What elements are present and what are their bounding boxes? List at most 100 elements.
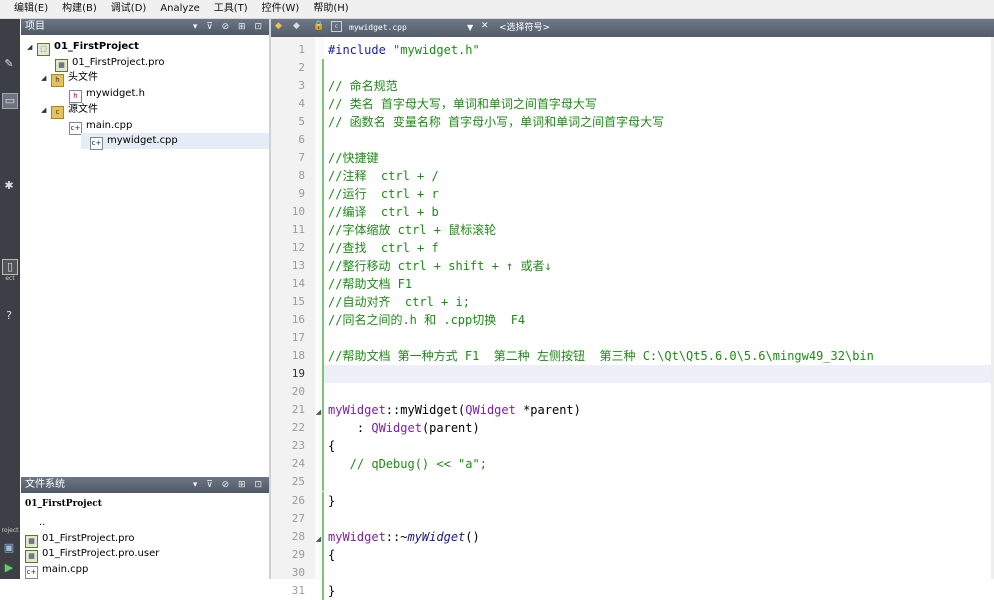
code-line[interactable]: }	[328, 492, 335, 510]
kit-selector-label: roject	[1, 527, 19, 534]
line-number: 13	[291, 259, 305, 273]
code-line[interactable]: //编译 ctrl + b	[328, 203, 439, 221]
code-line[interactable]: //字体缩放 ctrl + 鼠标滚轮	[328, 221, 496, 239]
project-tree-item[interactable]: ◢ h 头文件	[41, 70, 98, 88]
mode-help-icon[interactable]: ?	[2, 309, 16, 323]
code-line[interactable]: : QWidget(parent)	[328, 419, 480, 437]
project-tree: ◢ ⬚ 01_FirstProject ▦ 01_FirstProject.pro ◢ h 头…	[21, 35, 269, 475]
expand-arrow-icon[interactable]: ◢	[41, 102, 51, 118]
code-token: //字体缩放 ctrl + 鼠标滚轮	[328, 223, 497, 238]
project-tree-item[interactable]: h mywidget.h	[69, 86, 145, 104]
code-line[interactable]: // 函数名 变量名称 首字母小写，单词和单词之间首字母大写	[328, 113, 664, 131]
changed-line-marker	[322, 419, 324, 438]
expand-arrow-icon[interactable]: ◢	[41, 70, 51, 86]
menu-item[interactable]: 工具(T)	[207, 0, 255, 18]
code-line[interactable]: {	[328, 437, 335, 455]
code-line[interactable]: //帮助文档 第一种方式 F1 第二种 左侧按钮 第三种 C:\Qt\Qt5.6…	[328, 347, 874, 365]
code-token: //查找 ctrl + f	[328, 241, 439, 256]
mode-projects-icon[interactable]: ▯	[2, 259, 18, 275]
changed-line-marker	[322, 59, 324, 78]
menu-item[interactable]: 帮助(H)	[306, 0, 355, 18]
code-line[interactable]: }	[328, 582, 335, 600]
code-token: // 类名 首字母大写，单词和单词之间首字母大写	[328, 97, 597, 112]
fs-item[interactable]: ..	[39, 515, 45, 531]
menu-item[interactable]: 调试(D)	[104, 0, 154, 18]
code-line[interactable]: myWidget::~myWidget()	[328, 528, 480, 546]
run-icon[interactable]: ▶	[2, 561, 16, 575]
code-line[interactable]: //同名之间的.h 和 .cpp切换 F4	[328, 311, 525, 329]
changed-line-marker	[322, 131, 324, 150]
menu-item[interactable]: 编辑(E)	[0, 0, 55, 18]
cpp-file-icon: c	[331, 21, 342, 32]
line-number: 3	[298, 79, 305, 93]
fs-path[interactable]: 01_FirstProject	[25, 496, 102, 512]
code-token: //整行移动 ctrl + shift + ↑ 或者↓	[328, 259, 552, 274]
nav-back-icon[interactable]: ◆	[275, 21, 282, 31]
code-line[interactable]: {	[328, 546, 335, 564]
code-line[interactable]: // 命名规范	[328, 77, 398, 95]
changed-line-marker	[322, 149, 324, 168]
fs-panel-header: 文件系统 ▾ ⊽ ⊘ ⊞ ⊡	[21, 477, 269, 493]
code-token: :	[328, 421, 372, 436]
code-line[interactable]: //注释 ctrl + /	[328, 167, 439, 185]
fs-item[interactable]: ▦ 01_FirstProject.pro.user	[25, 546, 159, 563]
code-line[interactable]: myWidget::myWidget(QWidget *parent)	[328, 401, 581, 419]
project-tree-item[interactable]: ◢ ⬚ 01_FirstProject	[27, 39, 139, 56]
fs-item[interactable]: c+ main.cpp	[25, 562, 88, 579]
mode-design-icon[interactable]: ▭	[2, 93, 18, 109]
fs-item[interactable]: ▦ 01_FirstProject.pro	[25, 531, 135, 548]
fs-item-label: ..	[39, 517, 46, 528]
project-tree-item[interactable]: ▦ 01_FirstProject.pro	[55, 55, 165, 72]
menu-item[interactable]: Analyze	[153, 0, 206, 18]
kit-selector-icon[interactable]: ▣	[2, 541, 16, 555]
changed-line-marker	[322, 203, 324, 222]
code-line[interactable]: //运行 ctrl + r	[328, 185, 439, 203]
project-tree-item[interactable]: c+ mywidget.cpp	[81, 133, 269, 151]
code-line[interactable]: // 类名 首字母大写，单词和单词之间首字母大写	[328, 95, 597, 113]
chevron-down-icon[interactable]: ▼	[467, 23, 473, 32]
changed-line-marker	[322, 473, 324, 492]
line-number: 1	[298, 43, 305, 56]
menu-item[interactable]: 构建(B)	[55, 0, 104, 18]
changed-line-marker	[322, 311, 324, 330]
changed-line-marker	[322, 437, 324, 456]
expand-arrow-icon[interactable]: ◢	[27, 39, 37, 55]
code-token: // 命名规范	[328, 79, 398, 94]
code-line[interactable]: #include "mywidget.h"	[328, 41, 480, 59]
code-line[interactable]: //自动对齐 ctrl + i;	[328, 293, 470, 311]
project-panel-title[interactable]: 项目	[25, 19, 45, 35]
project-tree-label: 01_FirstProject.pro	[72, 56, 165, 68]
menu-item[interactable]: 控件(W)	[255, 0, 307, 18]
code-token: }	[328, 583, 336, 598]
line-number: 18	[291, 349, 305, 363]
fs-panel-tools[interactable]: ▾ ⊽ ⊘ ⊞ ⊡	[193, 477, 265, 493]
code-token: //运行 ctrl + r	[328, 187, 439, 202]
line-number: 16	[291, 313, 305, 327]
code-line[interactable]: //快捷键	[328, 149, 378, 167]
close-file-icon[interactable]: ✕	[481, 21, 489, 31]
code-line[interactable]: //帮助文档 F1	[328, 275, 412, 293]
changed-line-marker	[322, 347, 324, 366]
project-tree-label: 头文件	[68, 72, 98, 84]
symbol-combo[interactable]: <选择符号>	[499, 21, 550, 35]
project-tree-item[interactable]: ◢ c 源文件	[41, 102, 98, 119]
nav-forward-icon[interactable]: ◆	[293, 21, 300, 31]
fs-panel-title[interactable]: 文件系统	[25, 477, 65, 493]
mode-debug-icon[interactable]: ✱	[2, 179, 16, 193]
line-number: 23	[291, 439, 305, 453]
changed-line-marker	[322, 275, 324, 294]
mode-edit-icon[interactable]: ✎	[2, 57, 16, 71]
code-token: {	[328, 547, 336, 562]
code-line[interactable]: // qDebug() << "a";	[328, 455, 487, 473]
line-number: 9	[298, 187, 305, 201]
project-tree-item[interactable]: c+ main.cpp	[69, 118, 132, 135]
changed-line-marker	[322, 95, 324, 114]
line-number: 10	[291, 205, 305, 219]
code-line[interactable]: //整行移动 ctrl + shift + ↑ 或者↓	[328, 257, 552, 275]
code-line[interactable]: //查找 ctrl + f	[328, 239, 439, 257]
line-number: 11	[291, 223, 305, 237]
project-panel-tools[interactable]: ▾ ⊽ ⊘ ⊞ ⊡	[193, 19, 265, 35]
code-token: myWidget	[407, 529, 466, 544]
project-tree-label: mywidget.h	[86, 88, 145, 100]
code-token: // qDebug() << "a";	[328, 457, 487, 472]
